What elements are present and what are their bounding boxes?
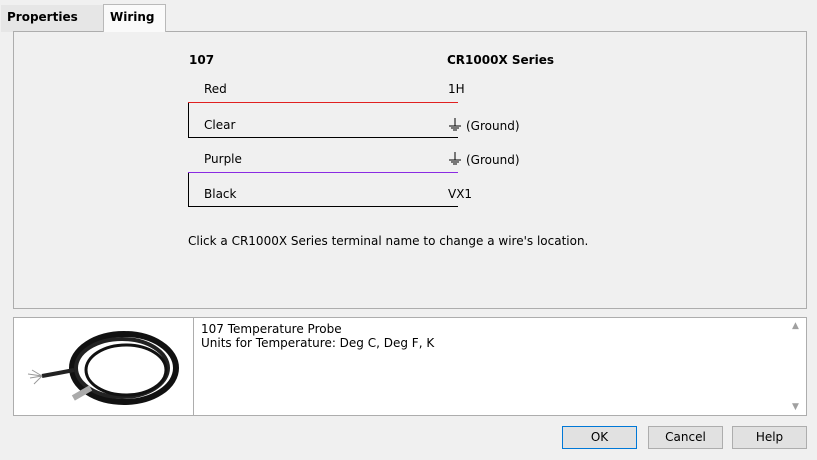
wire-line-clear [188,137,458,138]
ground-symbol-icon [449,152,461,165]
sensor-name: 107 Temperature Probe [201,322,342,336]
sensor-column-header: 107 [189,53,215,67]
cable-coil-image [27,331,179,405]
tab-strip: Properties Wiring [0,0,817,32]
tab-wiring[interactable]: Wiring [103,4,166,32]
terminal-ground-label: (Ground) [466,119,520,133]
ground-symbol-icon [449,118,461,131]
wire-label-purple: Purple [204,152,242,166]
wire-connector [188,103,189,137]
terminal-ground-purple[interactable]: (Ground) [448,152,520,167]
terminal-ground-clear[interactable]: (Ground) [448,118,520,133]
terminal-1h[interactable]: 1H [448,82,465,96]
terminal-vx1[interactable]: VX1 [448,187,472,201]
wire-label-black: Black [204,187,237,201]
wire-connector [188,172,189,206]
wire-line-black [188,206,458,207]
wire-label-clear: Clear [204,118,236,132]
description-panel: 107 Temperature Probe Units for Temperat… [13,317,807,416]
chevron-down-icon[interactable]: ▼ [792,402,799,412]
sensor-image [14,318,194,415]
sensor-description: 107 Temperature Probe Units for Temperat… [201,322,434,350]
tab-properties[interactable]: Properties [1,5,103,32]
terminal-ground-label: (Ground) [466,153,520,167]
cancel-button[interactable]: Cancel [648,426,723,449]
chevron-up-icon[interactable]: ▲ [792,321,799,331]
sensor-units: Units for Temperature: Deg C, Deg F, K [201,336,435,350]
help-button[interactable]: Help [732,426,807,449]
description-scrollbar[interactable]: ▲ ▼ [789,318,806,415]
wire-line-red [188,102,458,103]
wire-label-red: Red [204,82,227,96]
ok-button[interactable]: OK [562,426,637,449]
wiring-hint-text: Click a CR1000X Series terminal name to … [188,234,589,248]
wiring-panel: 107 CR1000X Series Red 1H Clear (Ground)… [13,31,807,309]
wire-line-purple [188,172,458,173]
logger-column-header: CR1000X Series [447,53,554,67]
